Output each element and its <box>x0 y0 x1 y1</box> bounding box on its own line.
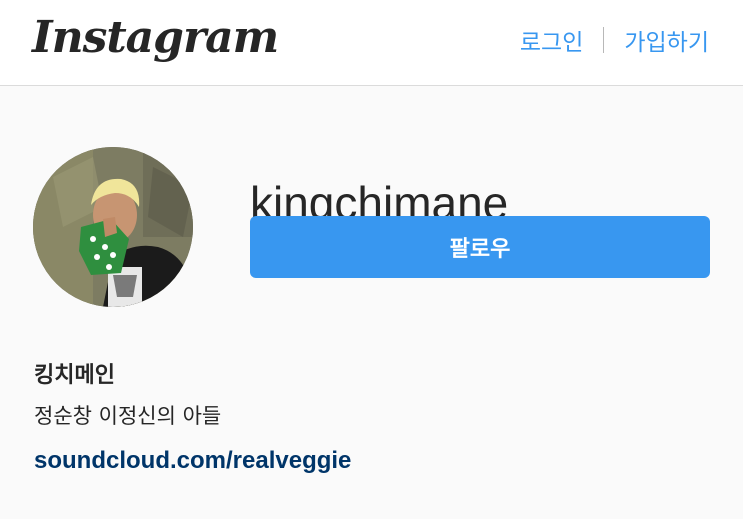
profile-avatar[interactable] <box>33 147 193 307</box>
auth-nav: 로그인 가입하기 <box>520 22 709 58</box>
signup-link[interactable]: 가입하기 <box>624 23 709 57</box>
top-bar: Instagram 로그인 가입하기 <box>0 0 743 86</box>
profile-website-link[interactable]: soundcloud.com/realveggie <box>34 444 351 478</box>
profile-bio: 정순창 이정신의 아들 <box>34 404 222 428</box>
profile-full-name: 킹치메인 <box>34 363 115 388</box>
avatar-photo <box>33 147 193 307</box>
follow-button[interactable]: 팔로우 <box>250 216 710 278</box>
instagram-logo[interactable]: Instagram <box>32 8 279 68</box>
nav-divider <box>603 27 605 53</box>
login-link[interactable]: 로그인 <box>520 23 583 57</box>
